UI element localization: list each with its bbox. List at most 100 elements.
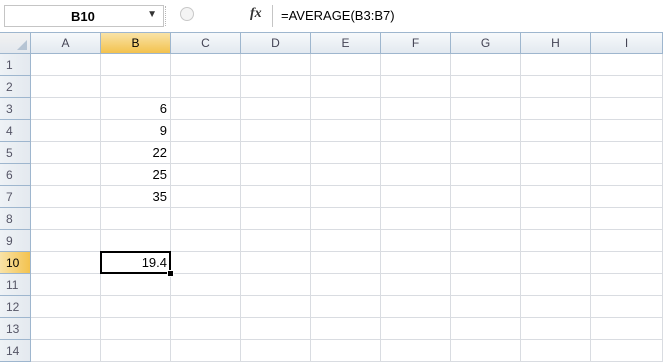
cell-d13[interactable]	[241, 318, 311, 340]
cell-g3[interactable]	[451, 98, 521, 120]
cell-b12[interactable]	[101, 296, 171, 318]
cell-g10[interactable]	[451, 252, 521, 274]
cell-c14[interactable]	[171, 340, 241, 362]
cell-d5[interactable]	[241, 142, 311, 164]
row-header-1[interactable]: 1	[0, 54, 31, 76]
cell-d1[interactable]	[241, 54, 311, 76]
cell-e6[interactable]	[311, 164, 381, 186]
name-box[interactable]: B10 ▼	[4, 5, 164, 27]
cell-d8[interactable]	[241, 208, 311, 230]
formula-input[interactable]: =AVERAGE(B3:B7)	[272, 5, 663, 27]
cell-h2[interactable]	[521, 76, 591, 98]
cell-e8[interactable]	[311, 208, 381, 230]
cell-a11[interactable]	[31, 274, 101, 296]
cell-d4[interactable]	[241, 120, 311, 142]
cell-a6[interactable]	[31, 164, 101, 186]
cell-g8[interactable]	[451, 208, 521, 230]
cell-a5[interactable]	[31, 142, 101, 164]
cell-i12[interactable]	[591, 296, 663, 318]
cell-i11[interactable]	[591, 274, 663, 296]
cell-h13[interactable]	[521, 318, 591, 340]
cell-a8[interactable]	[31, 208, 101, 230]
column-header-g[interactable]: G	[451, 33, 521, 54]
cell-b9[interactable]	[101, 230, 171, 252]
cell-b11[interactable]	[101, 274, 171, 296]
cell-c7[interactable]	[171, 186, 241, 208]
column-header-d[interactable]: D	[241, 33, 311, 54]
cell-e13[interactable]	[311, 318, 381, 340]
cell-g11[interactable]	[451, 274, 521, 296]
cell-e12[interactable]	[311, 296, 381, 318]
column-header-a[interactable]: A	[31, 33, 101, 54]
cell-c12[interactable]	[171, 296, 241, 318]
cell-d11[interactable]	[241, 274, 311, 296]
cell-h14[interactable]	[521, 340, 591, 362]
cell-h6[interactable]	[521, 164, 591, 186]
cell-h11[interactable]	[521, 274, 591, 296]
cell-g1[interactable]	[451, 54, 521, 76]
cell-h12[interactable]	[521, 296, 591, 318]
row-header-3[interactable]: 3	[0, 98, 31, 120]
column-header-b[interactable]: B	[101, 33, 171, 54]
cell-a10[interactable]	[31, 252, 101, 274]
cell-e14[interactable]	[311, 340, 381, 362]
cell-b3[interactable]: 6	[101, 98, 171, 120]
column-header-f[interactable]: F	[381, 33, 451, 54]
select-all-button[interactable]	[0, 33, 31, 54]
cell-i14[interactable]	[591, 340, 663, 362]
cell-g2[interactable]	[451, 76, 521, 98]
cell-h4[interactable]	[521, 120, 591, 142]
fill-handle[interactable]	[167, 270, 174, 277]
cell-g5[interactable]	[451, 142, 521, 164]
cell-i4[interactable]	[591, 120, 663, 142]
cell-b1[interactable]	[101, 54, 171, 76]
cell-e7[interactable]	[311, 186, 381, 208]
cell-c11[interactable]	[171, 274, 241, 296]
cell-b8[interactable]	[101, 208, 171, 230]
cell-g4[interactable]	[451, 120, 521, 142]
cell-c4[interactable]	[171, 120, 241, 142]
cell-e10[interactable]	[311, 252, 381, 274]
cell-d3[interactable]	[241, 98, 311, 120]
cell-f6[interactable]	[381, 164, 451, 186]
cell-c8[interactable]	[171, 208, 241, 230]
cell-g9[interactable]	[451, 230, 521, 252]
cell-i3[interactable]	[591, 98, 663, 120]
cell-i9[interactable]	[591, 230, 663, 252]
cell-e9[interactable]	[311, 230, 381, 252]
row-header-5[interactable]: 5	[0, 142, 31, 164]
row-header-10[interactable]: 10	[0, 252, 31, 274]
cell-b4[interactable]: 9	[101, 120, 171, 142]
cell-b2[interactable]	[101, 76, 171, 98]
row-header-11[interactable]: 11	[0, 274, 31, 296]
cell-a1[interactable]	[31, 54, 101, 76]
cancel-edit-icon[interactable]	[180, 7, 194, 21]
cell-i8[interactable]	[591, 208, 663, 230]
cell-c9[interactable]	[171, 230, 241, 252]
cell-d14[interactable]	[241, 340, 311, 362]
row-header-6[interactable]: 6	[0, 164, 31, 186]
cell-h8[interactable]	[521, 208, 591, 230]
cell-i6[interactable]	[591, 164, 663, 186]
column-header-i[interactable]: I	[591, 33, 663, 54]
cell-h9[interactable]	[521, 230, 591, 252]
cell-d10[interactable]	[241, 252, 311, 274]
cell-f14[interactable]	[381, 340, 451, 362]
cell-f11[interactable]	[381, 274, 451, 296]
cell-f3[interactable]	[381, 98, 451, 120]
cell-e1[interactable]	[311, 54, 381, 76]
row-header-14[interactable]: 14	[0, 340, 31, 362]
cell-g13[interactable]	[451, 318, 521, 340]
cell-i7[interactable]	[591, 186, 663, 208]
column-header-c[interactable]: C	[171, 33, 241, 54]
column-header-e[interactable]: E	[311, 33, 381, 54]
cell-g7[interactable]	[451, 186, 521, 208]
cell-f10[interactable]	[381, 252, 451, 274]
cell-a4[interactable]	[31, 120, 101, 142]
cell-i5[interactable]	[591, 142, 663, 164]
cell-a7[interactable]	[31, 186, 101, 208]
cell-e2[interactable]	[311, 76, 381, 98]
cell-a9[interactable]	[31, 230, 101, 252]
cell-c6[interactable]	[171, 164, 241, 186]
chevron-down-icon[interactable]: ▼	[147, 9, 157, 20]
